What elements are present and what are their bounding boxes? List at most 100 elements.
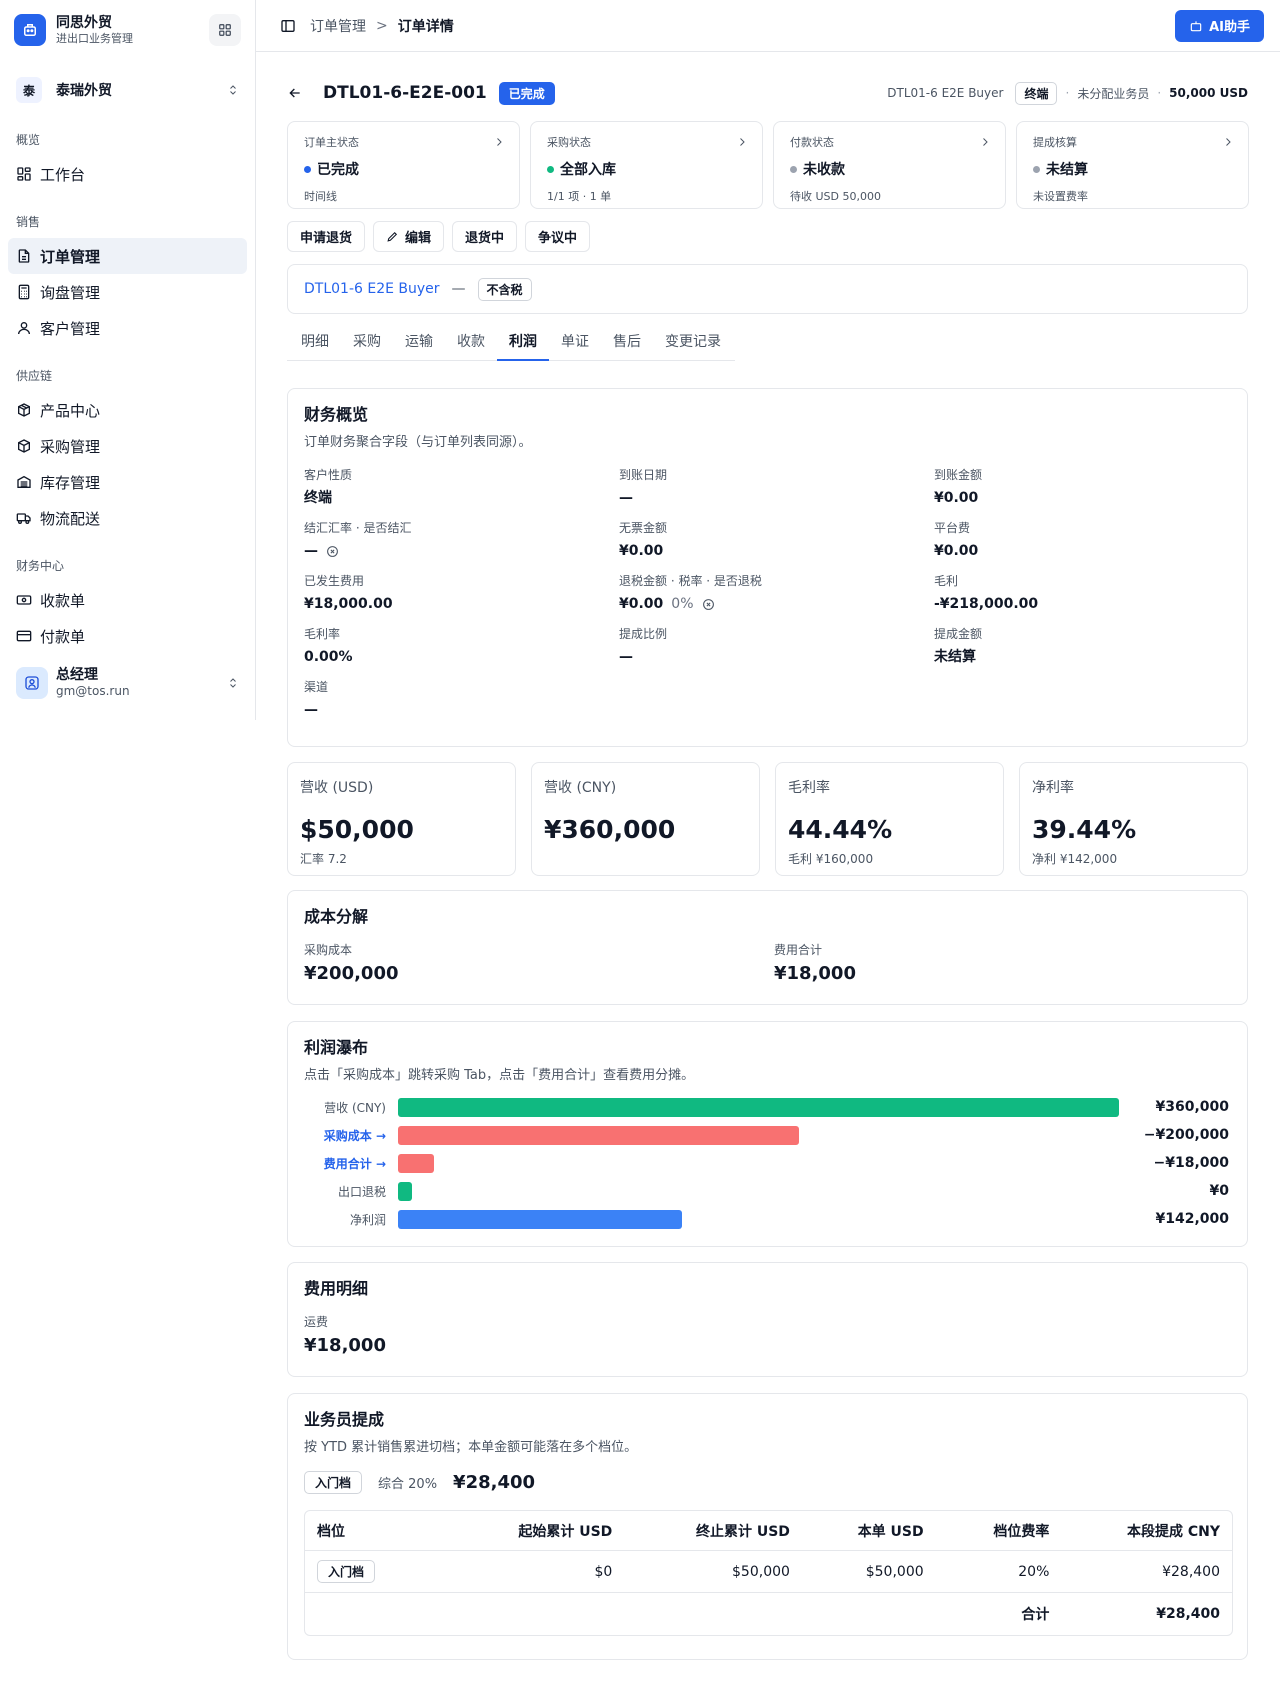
back-arrow-icon[interactable]: [287, 85, 303, 101]
kpi-label: 毛利率: [788, 780, 830, 796]
cost-purchase: 采购成本 ¥200,000: [304, 943, 774, 984]
waterfall-track: [398, 1097, 1119, 1117]
table-total-row: 合计 ¥28,400: [305, 1593, 1232, 1635]
cost-breakdown-panel: 成本分解 采购成本 ¥200,000 费用合计 ¥18,000: [287, 890, 1248, 1005]
tab-receipts[interactable]: 收款: [445, 327, 497, 361]
tab-profit[interactable]: 利润: [497, 327, 549, 361]
sidebar-item-receipts[interactable]: 收款单: [8, 582, 247, 618]
field-value: —: [304, 543, 318, 559]
status-dot: [790, 165, 797, 173]
table-cell: $0: [594, 1563, 613, 1580]
waterfall-row[interactable]: 采购成本 → −¥200,000: [304, 1121, 1231, 1149]
user-icon: [18, 322, 30, 335]
tab-details[interactable]: 明细: [289, 327, 341, 361]
field-gross-margin: 毛利率 0.00%: [304, 627, 619, 666]
brand-logo-icon: [14, 14, 46, 46]
waterfall-row: 营收 (CNY) ¥360,000: [304, 1093, 1231, 1121]
tab-changelog[interactable]: 变更记录: [653, 327, 733, 361]
total-value: ¥28,400: [1156, 1606, 1220, 1622]
kpi-value: 39.44%: [1032, 815, 1137, 844]
credit-card-icon: [16, 630, 32, 642]
cost-label: 采购成本: [304, 943, 353, 957]
document-icon: [18, 249, 30, 263]
tab-shipping[interactable]: 运输: [393, 327, 445, 361]
kpi-value: ¥360,000: [544, 815, 676, 844]
sidebar-item-inquiries[interactable]: 询盘管理: [8, 274, 247, 310]
sidebar-item-logistics[interactable]: 物流配送: [8, 500, 247, 536]
sidebar-item-label: 订单管理: [40, 247, 101, 266]
status-card-value: 未结算: [1046, 162, 1088, 178]
panel-title: 业务员提成: [304, 1410, 385, 1429]
column-header: 本段提成 CNY: [1126, 1523, 1220, 1540]
sidebar-item-label: 工作台: [40, 165, 86, 184]
customer-link[interactable]: DTL01-6 E2E Buyer: [304, 281, 440, 297]
warehouse-icon: [17, 475, 31, 488]
sidebar-item-payments[interactable]: 付款单: [8, 618, 247, 654]
sidebar-item-products[interactable]: 产品中心: [8, 392, 247, 428]
panel-subtitle: 订单财务聚合字段（与订单列表同源）。: [304, 435, 532, 450]
kpi-gross-margin: 毛利率 44.44% 毛利 ¥160,000: [775, 762, 1004, 876]
sidebar-toggle-icon[interactable]: [280, 18, 296, 34]
field-label: 毛利: [934, 574, 959, 588]
app-grid-button[interactable]: [209, 14, 241, 46]
column-header: 本单 USD: [857, 1523, 924, 1540]
waterfall-label[interactable]: 采购成本 →: [304, 1127, 398, 1144]
waterfall-bar: [398, 1097, 1119, 1117]
ai-assistant-button[interactable]: AI助手: [1175, 9, 1264, 42]
sidebar-item-orders[interactable]: 订单管理: [8, 238, 247, 274]
waterfall-label[interactable]: 费用合计 →: [304, 1155, 398, 1172]
sidebar-item-inventory[interactable]: 库存管理: [8, 464, 247, 500]
field-platform-fee: 平台费 ¥0.00: [934, 521, 1234, 560]
tab-purchase[interactable]: 采购: [341, 327, 393, 361]
chevron-right-icon: [497, 138, 502, 146]
banknote-icon: [16, 595, 32, 605]
field-value: ¥18,000.00: [304, 596, 393, 612]
sidebar-item-purchasing[interactable]: 采购管理: [8, 428, 247, 464]
edit-button[interactable]: 编辑: [373, 221, 445, 252]
status-card-commission[interactable]: 提成核算 未结算 未设置费率: [1016, 121, 1249, 209]
sidebar-item-label: 客户管理: [40, 319, 101, 338]
field-label: 到账金额: [934, 468, 983, 482]
waterfall-row[interactable]: 费用合计 → −¥18,000: [304, 1149, 1231, 1177]
ai-assistant-label: AI助手: [1209, 20, 1250, 35]
dispute-button[interactable]: 争议中: [525, 221, 591, 252]
field-customer-type: 客户性质 终端: [304, 468, 619, 507]
field-commission-amount: 提成金额 未结算: [934, 627, 1234, 666]
status-card-payment[interactable]: 付款状态 未收款 待收 USD 50,000: [773, 121, 1006, 209]
cost-value: ¥18,000: [774, 963, 856, 984]
chevron-right-icon: [1226, 138, 1231, 146]
request-return-button[interactable]: 申请退货: [287, 221, 366, 252]
sidebar-item-workbench[interactable]: 工作台: [8, 156, 247, 192]
tab-documents[interactable]: 单证: [549, 327, 601, 361]
field-label: 客户性质: [304, 468, 353, 482]
status-card-order[interactable]: 订单主状态 已完成 时间线: [287, 121, 520, 209]
user-menu[interactable]: 总经理 gm@tos.run: [8, 662, 247, 704]
meta-separator: ·: [1157, 86, 1162, 100]
nav-group-supply: 供应链: [16, 369, 53, 383]
total-label: 合计: [1021, 1607, 1050, 1623]
sidebar-item-customers[interactable]: 客户管理: [8, 310, 247, 346]
waterfall-row: 净利润 ¥142,000: [304, 1205, 1231, 1233]
status-card-purchase[interactable]: 采购状态 全部入库 1/1 项 · 1 单: [530, 121, 763, 209]
chevron-right-icon: [740, 138, 745, 146]
status-card-sub: 时间线: [304, 190, 337, 203]
status-card-label: 订单主状态: [304, 136, 359, 149]
customer-dash: —: [451, 281, 466, 297]
table-cell: 20%: [1018, 1563, 1050, 1580]
status-card-label: 提成核算: [1033, 136, 1077, 149]
sidebar-item-label: 付款单: [40, 627, 86, 646]
field-value: ¥0.00: [934, 543, 979, 559]
commission-table: 档位 起始累计 USD 终止累计 USD 本单 USD 档位费率 本段提成 CN…: [304, 1510, 1233, 1636]
kpi-label: 净利率: [1032, 780, 1074, 796]
topbar: 订单管理 > 订单详情 AI助手: [256, 0, 1280, 52]
tab-aftersales[interactable]: 售后: [601, 327, 653, 361]
main-content: 订单管理 > 订单详情 AI助手 DTL01-6-E2E-001 已完成 DTL…: [256, 0, 1280, 1683]
returning-button[interactable]: 退货中: [452, 221, 518, 252]
waterfall-bar: [398, 1181, 412, 1201]
brand-subtitle: 进出口业务管理: [56, 31, 133, 45]
breadcrumb-orders[interactable]: 订单管理: [310, 16, 366, 36]
org-switcher[interactable]: 泰 泰瑞外贸: [8, 70, 247, 110]
finance-overview-panel: 财务概览 订单财务聚合字段（与订单列表同源）。 客户性质 终端 到账日期 — 到账金…: [287, 388, 1248, 747]
waterfall-value: ¥142,000: [1155, 1211, 1229, 1227]
waterfall-chart: 营收 (CNY) ¥360,000 采购成本 → −¥200,000 费用合计 → −¥1…: [304, 1093, 1231, 1233]
